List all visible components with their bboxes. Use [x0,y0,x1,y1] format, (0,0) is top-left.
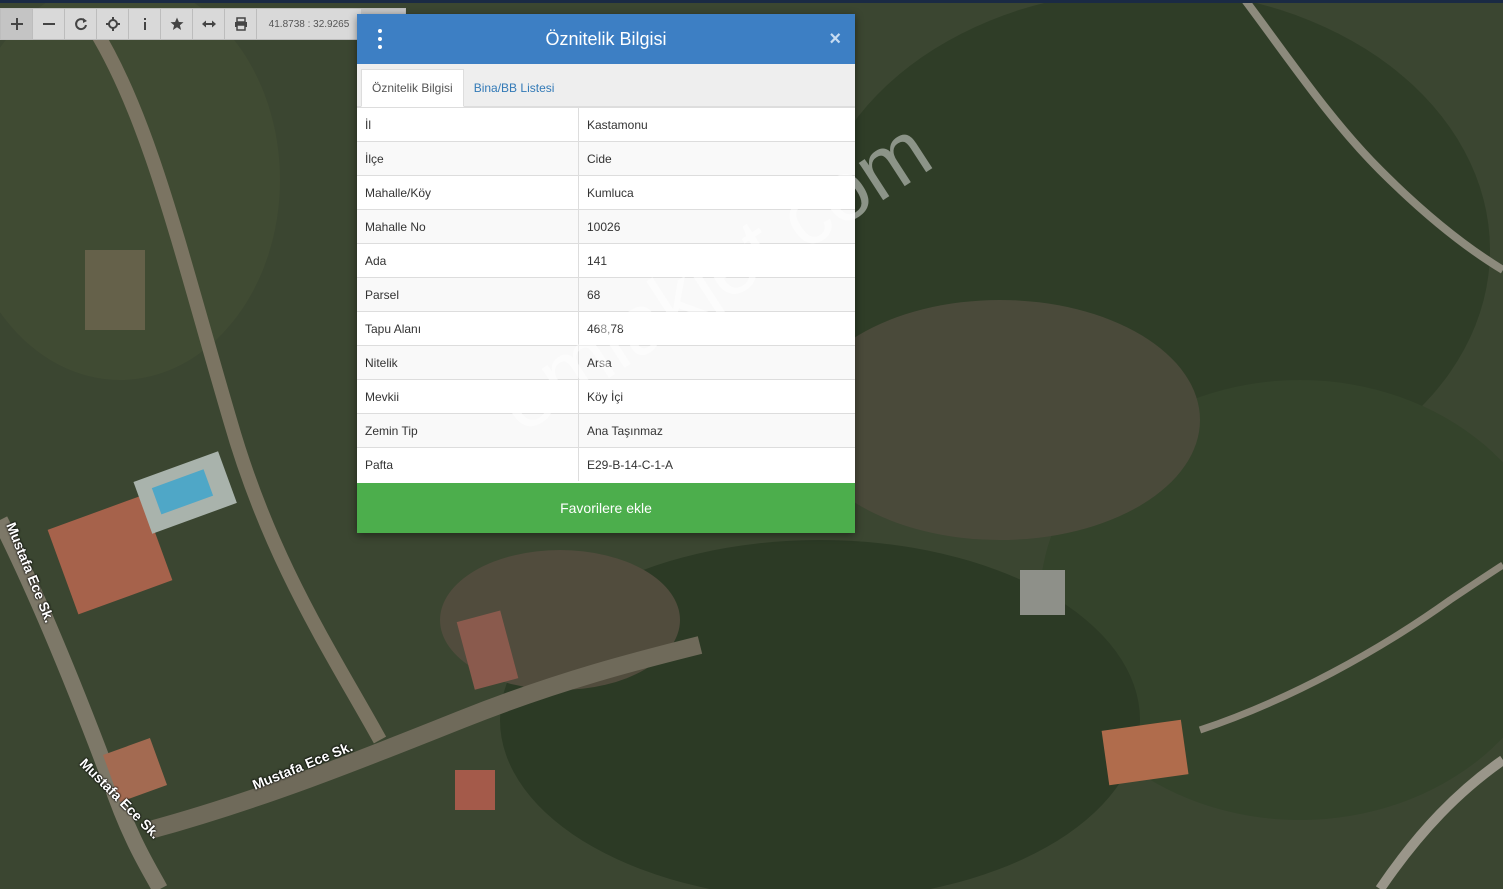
table-row: Mevkii Köy İçi [357,379,855,414]
attribute-value: Arsa [578,345,855,380]
table-row: İl Kastamonu [357,107,855,142]
attribute-value: Kumluca [578,175,855,210]
attribute-value: Köy İçi [578,379,855,414]
attribute-dialog: Öznitelik Bilgisi × Öznitelik Bilgisi Bi… [357,14,855,533]
vertical-dots-icon[interactable] [373,29,387,49]
minus-icon [42,23,55,25]
attribute-value: 468,78 [578,311,855,346]
coordinate-readout: 41.8738 : 32.9265 [268,18,350,30]
map-toolbar: 41.8738 : 32.9265 [0,8,406,40]
print-button[interactable] [225,9,257,39]
dialog-title: Öznitelik Bilgisi [545,28,667,49]
tab-attribute-info[interactable]: Öznitelik Bilgisi [361,69,464,107]
table-row: Parsel 68 [357,277,855,312]
add-to-favorites-button[interactable]: Favorilere ekle [357,483,855,533]
print-icon [234,17,247,31]
attribute-value: 68 [578,277,855,312]
attribute-key: İl [357,107,579,142]
measure-button[interactable] [193,9,225,39]
attribute-key: Nitelik [357,345,579,380]
table-row: Zemin Tip Ana Taşınmaz [357,413,855,448]
attribute-key: Zemin Tip [357,413,579,448]
table-row: Pafta E29-B-14-C-1-A [357,447,855,481]
dialog-tabs: Öznitelik Bilgisi Bina/BB Listesi [357,64,855,107]
attribute-key: Parsel [357,277,579,312]
star-icon [170,17,183,30]
attribute-key: Mahalle/Köy [357,175,579,210]
dialog-header[interactable]: Öznitelik Bilgisi × [357,14,855,64]
locate-button[interactable] [97,9,129,39]
table-row: İlçe Cide [357,141,855,176]
attribute-value: 141 [578,243,855,278]
attribute-value: E29-B-14-C-1-A [578,447,855,481]
info-icon [143,18,146,30]
table-row: Mahalle No 10026 [357,209,855,244]
attribute-value: Ana Taşınmaz [578,413,855,448]
refresh-button[interactable] [65,9,97,39]
top-border [0,0,1503,3]
attribute-value: Kastamonu [578,107,855,142]
arrows-horizontal-icon [201,20,216,28]
table-row: Ada 141 [357,243,855,278]
attribute-key: Tapu Alanı [357,311,579,346]
attribute-key: Ada [357,243,579,278]
attribute-key: Mahalle No [357,209,579,244]
table-row: Tapu Alanı 468,78 [357,311,855,346]
table-row: Nitelik Arsa [357,345,855,380]
refresh-icon [74,18,87,31]
attribute-table: İl Kastamonu İlçe Cide Mahalle/Köy Kumluca Mah… [357,107,855,481]
info-button[interactable] [129,9,161,39]
zoom-out-button[interactable] [33,9,65,39]
attribute-key: Mevkii [357,379,579,414]
attribute-key: İlçe [357,141,579,176]
tab-building-list[interactable]: Bina/BB Listesi [464,70,565,106]
favorites-button[interactable] [161,9,193,39]
plus-icon [10,18,23,30]
close-icon[interactable]: × [829,27,841,51]
attribute-value: Cide [578,141,855,176]
zoom-in-button[interactable] [1,9,33,39]
attribute-value: 10026 [578,209,855,244]
attribute-key: Pafta [357,447,579,481]
crosshair-icon [105,17,120,31]
table-row: Mahalle/Köy Kumluca [357,175,855,210]
